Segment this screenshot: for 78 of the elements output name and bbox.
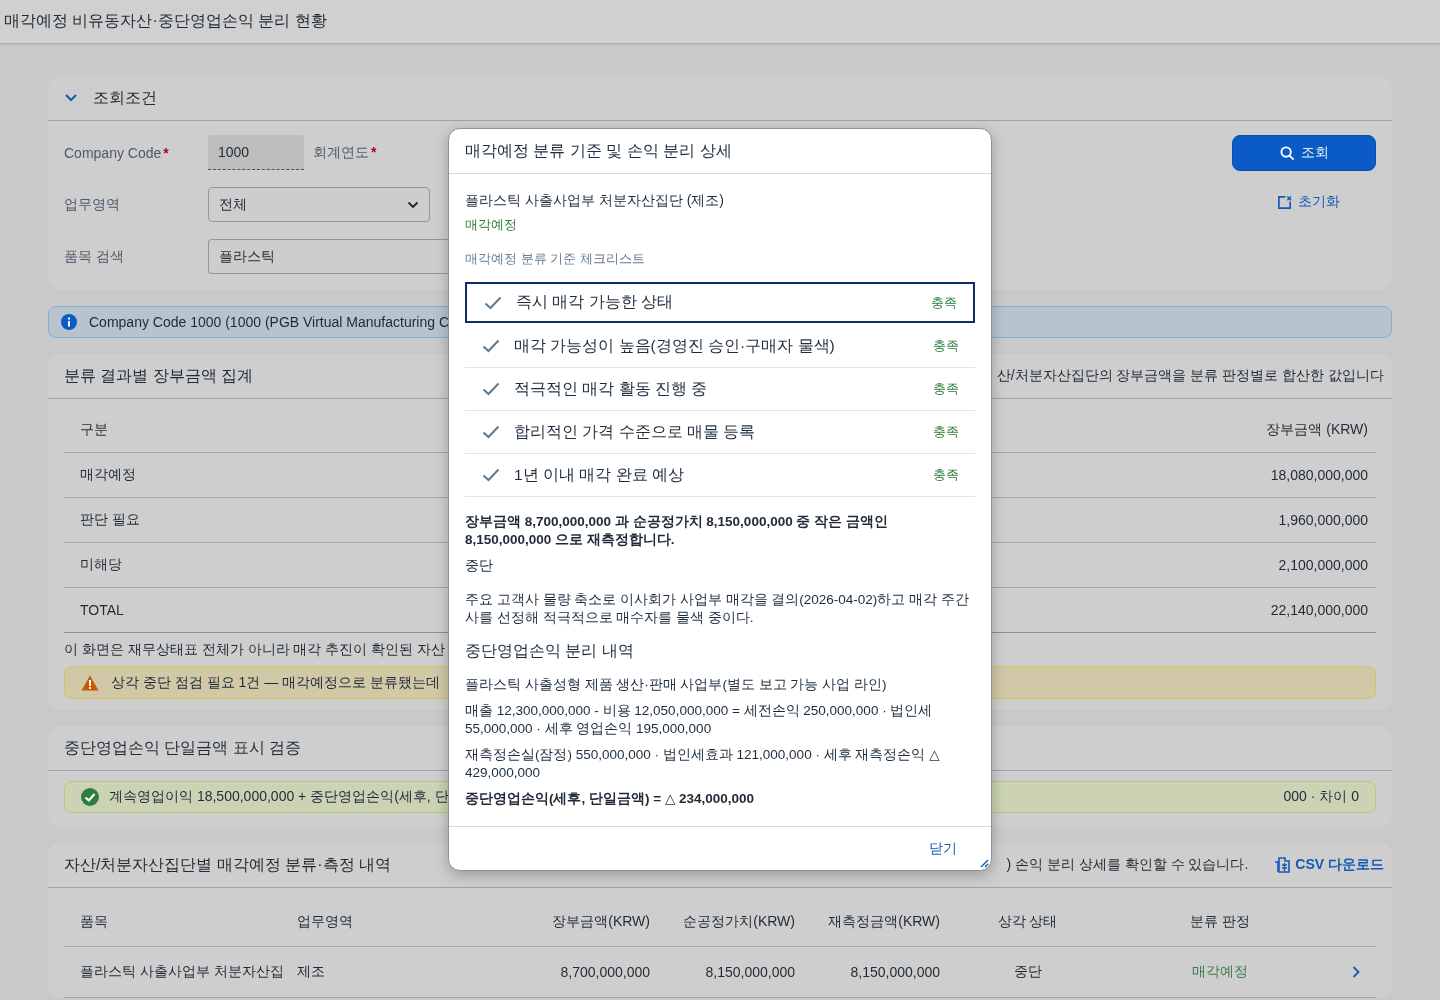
- result-text: 충족: [931, 293, 957, 312]
- table-cell: 판단 필요: [80, 511, 140, 529]
- table-cell-text: 제조: [296, 963, 326, 981]
- table-cell-text: 플라스틱 사출사업부 처분자산집: [79, 963, 285, 981]
- checklist-item[interactable]: 매각 가능성이 높음(경영진 승인·구매자 물색) 충족: [465, 325, 975, 368]
- column-header: 재측정금액(KRW): [827, 913, 941, 931]
- business-text: 플라스틱 사출성형 제품 생산·판매 사업부(별도 보고 가능 사업 라인): [465, 676, 888, 694]
- table-cell: 매각예정: [80, 466, 136, 484]
- column-header: 구분: [80, 420, 108, 439]
- checklist-title: 매각예정 분류 기준 체크리스트: [465, 250, 646, 268]
- dialog-title: 매각예정 분류 기준 및 손익 분리 상세: [465, 140, 732, 161]
- chevron-icon[interactable]: [64, 93, 78, 103]
- column-header: 장부금액(KRW): [551, 913, 651, 931]
- section-title: 중단영업손익 분리 내역: [465, 641, 635, 661]
- search-button[interactable]: 조회: [1232, 135, 1376, 171]
- select-field[interactable]: 전체: [208, 187, 430, 222]
- info-text: Company Code 1000 (1000 (PGB Virtual Manufacturing C: [89, 314, 450, 330]
- result-text: 충족: [933, 423, 959, 441]
- company-code-field[interactable]: 1000: [208, 135, 304, 170]
- depreciation-text: 중단: [465, 557, 494, 575]
- column-header: 상각 상태: [996, 913, 1059, 931]
- caret-icon: [407, 200, 419, 209]
- table-cell-text: 8,150,000,000: [704, 964, 796, 980]
- spreadsheet-icon: [1274, 857, 1291, 873]
- table-cell-text: 중단: [1012, 963, 1043, 981]
- warning-icon: [81, 674, 99, 691]
- table-cell: TOTAL: [80, 602, 124, 618]
- search-field[interactable]: 플라스틱: [208, 239, 448, 274]
- panel-title: 분류 결과별 장부금액 집계: [64, 365, 254, 386]
- result-text: 충족: [933, 466, 959, 484]
- search-icon: [1279, 145, 1295, 161]
- status-text: 매각예정: [465, 216, 518, 234]
- field-label: 품목 검색: [64, 247, 125, 266]
- field-label: 업무영역: [64, 195, 121, 214]
- reason-text: 주요 고객사 물량 축소로 이사회가 사업부 매각을 결의(2026-04-02)하고 매각 주간사를 선정해 적극적으로 매수자를 물색 중이다.: [465, 591, 970, 627]
- table-cell: 1,960,000,000: [1278, 512, 1368, 528]
- reset-link[interactable]: 초기화: [1276, 193, 1340, 211]
- table-cell: 22,140,000,000: [1270, 602, 1368, 618]
- table-cell: 18,080,000,000: [1270, 467, 1368, 483]
- warning-text: 상각 중단 점검 필요 1건 — 매각예정으로 분류됐는데: [111, 673, 440, 692]
- page-title: 매각예정 비유동자산·중단영업손익 분리 현황: [4, 11, 327, 31]
- checklist-item[interactable]: 합리적인 가격 수준으로 매물 등록 충족: [465, 411, 975, 454]
- column-header: 순공정가치(KRW): [682, 913, 796, 931]
- footnote-text: 이 화면은 재무상태표 전체가 아니라 매각 추진이 확인된 자산: [64, 641, 446, 657]
- result-text: 충족: [933, 380, 959, 398]
- success-icon: [81, 788, 99, 806]
- column-header: 분류 판정: [1189, 913, 1251, 931]
- checklist-item[interactable]: 적극적인 매각 활동 진행 중 충족: [465, 368, 975, 411]
- column-header: 품목: [79, 913, 109, 931]
- close-button[interactable]: 닫기: [923, 835, 963, 862]
- success-text: 000 · 차이 0: [1283, 788, 1359, 806]
- checklist-item[interactable]: 즉시 매각 가능한 상태 충족: [465, 282, 975, 323]
- result-text: 충족: [933, 337, 959, 355]
- column-header: 업무영역: [296, 913, 354, 931]
- asset-name: 플라스틱 사출사업부 처분자산집단 (제조): [465, 191, 725, 210]
- column-header: 장부금액 (KRW): [1266, 420, 1368, 439]
- panel-note: 산/처분자산집단의 장부금액을 분류 판정별로 합산한 값입니다: [996, 367, 1384, 385]
- field-label: Company Code*: [64, 144, 170, 161]
- info-icon: [61, 314, 77, 330]
- table-cell-text: 매각예정: [1191, 963, 1249, 981]
- csv-download-link[interactable]: CSV 다운로드: [1274, 856, 1384, 874]
- table-cell: 2,100,000,000: [1278, 557, 1368, 573]
- measurement-text: 장부금액 8,700,000,000 과 순공정가치 8,150,000,000 중 작은 금액인 8,150,000,000 으로 재측정합니다.: [465, 513, 889, 549]
- panel-title: 자산/처분자산집단별 매각예정 분류·측정 내역: [64, 854, 392, 875]
- panel-title: 조회조건: [93, 87, 157, 108]
- table-cell: 미해당: [80, 556, 122, 574]
- result-text: 중단영업손익(세후, 단일금액) = △ 234,000,000: [465, 790, 756, 808]
- success-text: 계속영업이익 18,500,000,000 + 중단영업손익(세후, 단: [109, 788, 449, 806]
- calculation-text: 재측정손실(잠정) 550,000,000 · 법인세효과 121,000,000 · 세후 재측정손익 △ 429,000,000: [465, 746, 941, 782]
- table-cell-text: 8,700,000,000: [559, 964, 651, 980]
- checklist-item[interactable]: 1년 이내 매각 완료 예상 충족: [465, 454, 975, 497]
- panel-hint: ) 손익 분리 상세를 확인할 수 있습니다.: [1006, 856, 1249, 874]
- table-cell-text: 8,150,000,000: [849, 964, 941, 980]
- chevron-icon[interactable]: [1350, 965, 1361, 979]
- calculation-text: 매출 12,300,000,000 - 비용 12,050,000,000 = 세전손익 250,000,000 · 법인세 55,000,000 · 세후 영업손익 195,000,000: [465, 702, 934, 738]
- panel-title: 중단영업손익 단일금액 표시 검증: [64, 737, 302, 758]
- reset-icon: [1276, 194, 1292, 210]
- field-label: 회계연도*: [313, 143, 377, 162]
